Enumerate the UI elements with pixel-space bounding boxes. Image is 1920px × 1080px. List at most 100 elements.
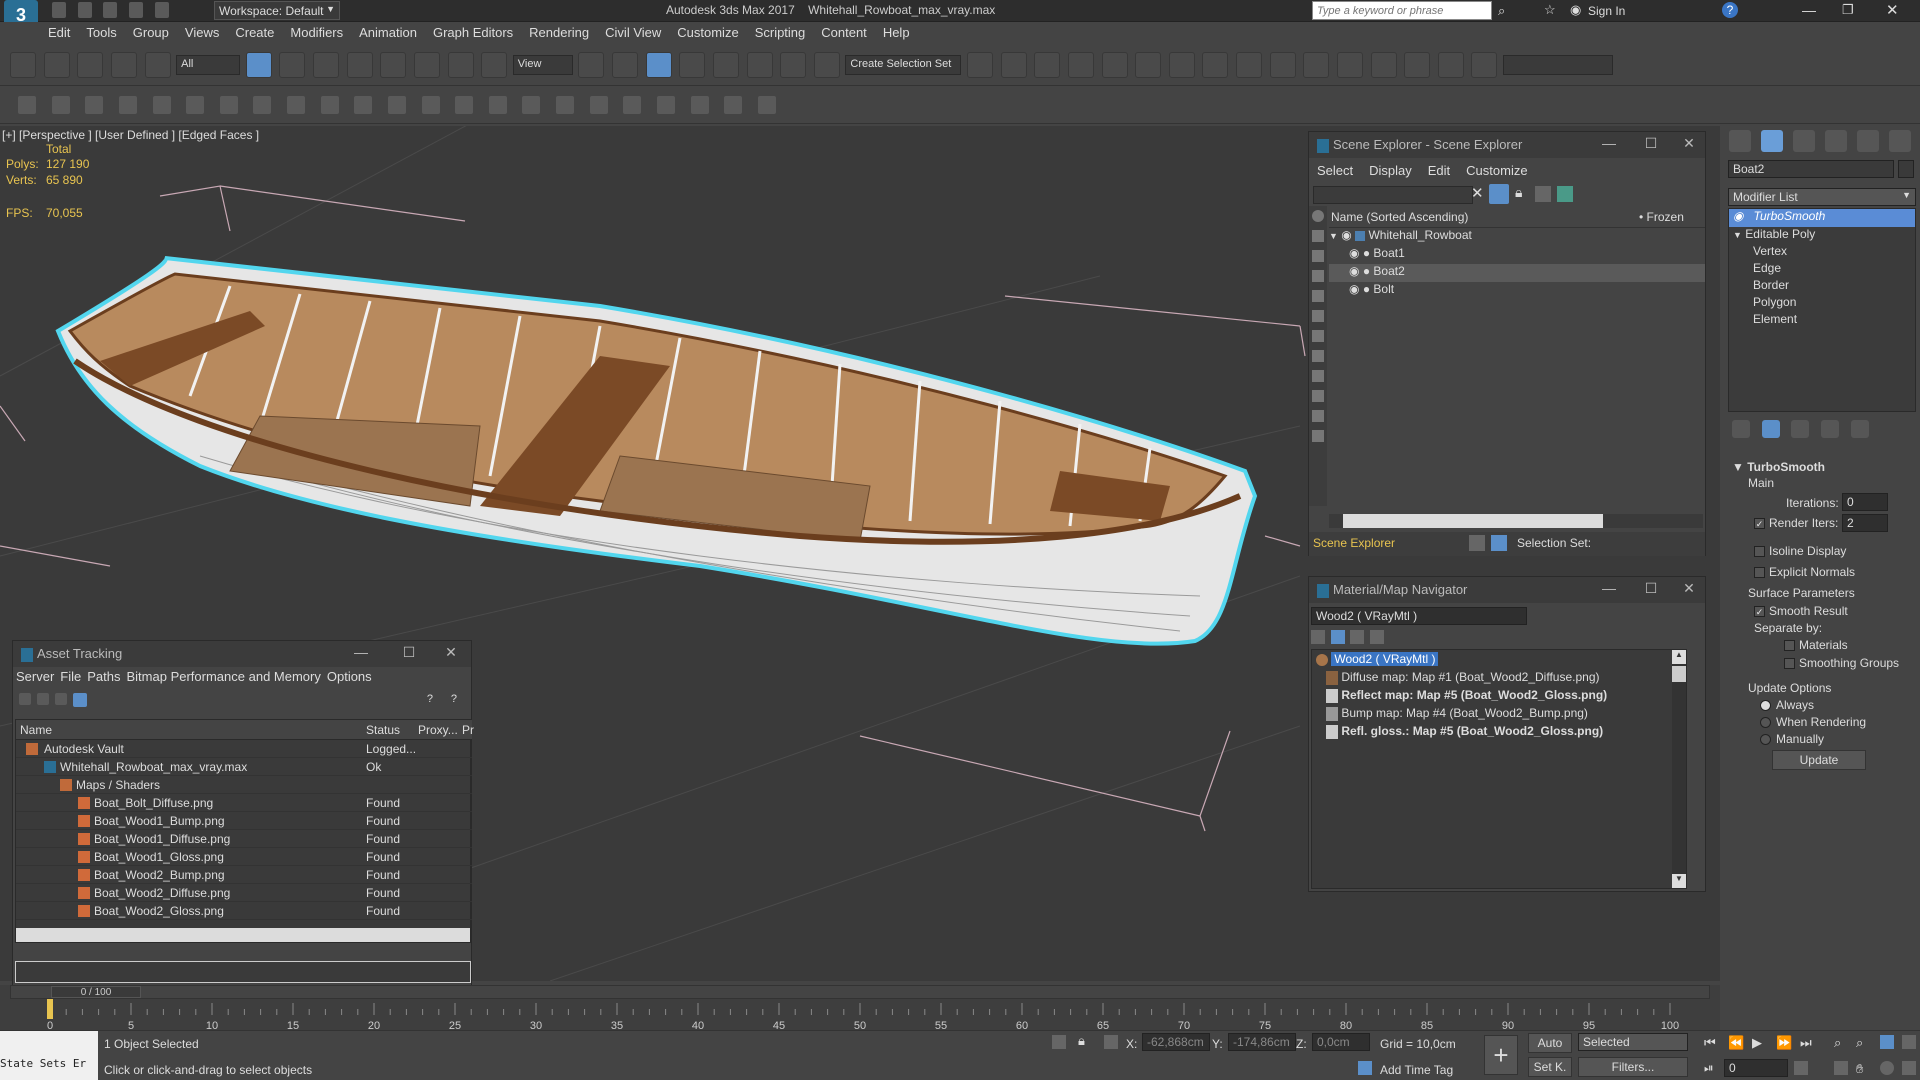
link-icon[interactable] bbox=[77, 52, 104, 78]
menu-edit[interactable]: Edit bbox=[1420, 160, 1458, 181]
text-a-icon[interactable] bbox=[1404, 52, 1431, 78]
menu-civil-view[interactable]: Civil View bbox=[597, 22, 669, 43]
smoothing-groups-checkbox[interactable] bbox=[1784, 658, 1795, 670]
menu-create[interactable]: Create bbox=[227, 22, 282, 43]
menu-paths[interactable]: Paths bbox=[84, 667, 123, 686]
stack-item-polygon[interactable]: Polygon bbox=[1753, 295, 1796, 313]
view-list-thumbnails-icon[interactable] bbox=[1330, 630, 1345, 644]
object-name-field[interactable]: Boat2 bbox=[1728, 160, 1894, 178]
column-name-header[interactable]: Name (Sorted Ascending) bbox=[1329, 210, 1468, 224]
scene-explorer-toggle-icon[interactable] bbox=[1034, 52, 1061, 78]
selection-lock-icon[interactable]: 🔒︎ bbox=[1078, 1033, 1085, 1049]
minimize-icon[interactable]: — bbox=[1599, 580, 1619, 600]
column-proxy-header[interactable]: Proxy... bbox=[418, 723, 458, 737]
system-icon[interactable] bbox=[455, 96, 474, 114]
render-icon[interactable] bbox=[690, 96, 709, 114]
scale-icon[interactable] bbox=[447, 52, 474, 78]
visibility-eye-icon[interactable]: ◉ bbox=[1341, 228, 1351, 242]
window-crossing-icon[interactable] bbox=[346, 52, 373, 78]
hair-icon[interactable] bbox=[589, 96, 608, 114]
expand-arrow-icon[interactable]: ▼ bbox=[1329, 231, 1338, 241]
create-tab-icon[interactable] bbox=[1729, 130, 1751, 152]
angle-snap-icon[interactable] bbox=[712, 52, 739, 78]
layer-icon[interactable] bbox=[51, 96, 70, 114]
render-grid-icon[interactable] bbox=[1370, 52, 1397, 78]
maximize-icon[interactable]: ☐ bbox=[399, 644, 419, 664]
sign-in-link[interactable]: Sign In bbox=[1588, 4, 1625, 18]
particle-icon[interactable] bbox=[488, 96, 507, 114]
rotate-icon[interactable] bbox=[413, 52, 440, 78]
scene-explorer-footer-dropdown[interactable]: Scene Explorer bbox=[1313, 536, 1395, 550]
table-row[interactable]: Boat_Wood2_Gloss.png Found bbox=[16, 902, 472, 920]
render-setup-icon[interactable] bbox=[1236, 52, 1262, 78]
help-icon[interactable]: ? bbox=[1722, 2, 1738, 18]
render-iters-spinner[interactable]: 2 bbox=[1842, 514, 1888, 532]
percent-snap-icon[interactable] bbox=[746, 52, 773, 78]
view-list-icon[interactable] bbox=[1311, 630, 1325, 644]
filter-bones-icon[interactable] bbox=[1312, 370, 1324, 382]
rendered-frame-window-icon[interactable] bbox=[1269, 52, 1296, 78]
close-icon[interactable]: ✕ bbox=[1679, 580, 1699, 600]
column-pr-header[interactable]: Pr bbox=[462, 723, 474, 737]
zoom-icon[interactable]: ⌕ bbox=[1834, 1035, 1841, 1051]
material-editor-icon[interactable] bbox=[1202, 52, 1229, 78]
go-to-start-icon[interactable]: ⏮ bbox=[1704, 1035, 1716, 1051]
timeline[interactable]: 0 / 100 0 5 10 15 20 25 30 35 40 45 50 55 60 65 70 75 80… bbox=[0, 985, 1720, 1035]
keyboard-shortcut-toggle-icon[interactable] bbox=[645, 52, 672, 78]
view-icon[interactable] bbox=[19, 693, 31, 705]
material-name-field[interactable]: Wood2 ( VRayMtl ) bbox=[1311, 607, 1527, 625]
brush-icon[interactable] bbox=[18, 96, 36, 114]
bind-space-warp-icon[interactable] bbox=[144, 52, 171, 78]
stack-item-editable-poly[interactable]: ▼ Editable Poly bbox=[1733, 227, 1815, 245]
zoom-extents-icon[interactable] bbox=[1880, 1035, 1894, 1049]
pivot-center-icon[interactable] bbox=[578, 52, 605, 78]
menu-server[interactable]: Server bbox=[13, 667, 57, 686]
shape-icon[interactable] bbox=[354, 96, 373, 114]
display-tab-icon[interactable] bbox=[1857, 130, 1879, 152]
render-iterative-icon[interactable] bbox=[1336, 52, 1363, 78]
undo-icon[interactable] bbox=[10, 52, 36, 78]
time-tag-icon[interactable] bbox=[1358, 1061, 1372, 1075]
motion-tab-icon[interactable] bbox=[1825, 130, 1847, 152]
snaps-toggle-icon[interactable] bbox=[679, 52, 706, 78]
menu-help[interactable]: Help bbox=[875, 22, 918, 43]
menu-rendering[interactable]: Rendering bbox=[521, 22, 597, 43]
selection-filter-dropdown[interactable]: All bbox=[176, 55, 241, 75]
absolute-mode-icon[interactable] bbox=[1104, 1035, 1118, 1049]
visibility-eye-icon[interactable]: ◉ bbox=[1349, 282, 1359, 296]
smooth-result-checkbox[interactable]: ✓ bbox=[1754, 606, 1765, 618]
scene-icon[interactable] bbox=[1491, 535, 1507, 551]
camera-icon[interactable] bbox=[253, 96, 272, 114]
x-coordinate[interactable]: -62,868cm bbox=[1142, 1033, 1210, 1051]
pan-icon[interactable]: ✋︎ bbox=[1856, 1061, 1863, 1077]
tree-item-whitehall-rowboat[interactable]: ▼ ◉ Whitehall_Rowboat bbox=[1329, 228, 1705, 246]
dynamics-icon[interactable] bbox=[522, 96, 541, 114]
layer-add-icon[interactable] bbox=[85, 96, 104, 114]
layer-select-icon[interactable] bbox=[118, 96, 137, 114]
cloth-icon[interactable] bbox=[556, 96, 574, 114]
tree-item-boat1[interactable]: ◉ ● Boat1 bbox=[1329, 246, 1705, 264]
place-icon[interactable] bbox=[481, 52, 508, 78]
filter-lights-icon[interactable] bbox=[1312, 250, 1324, 262]
manually-radio[interactable] bbox=[1760, 734, 1771, 746]
move-icon[interactable] bbox=[380, 52, 407, 78]
menu-modifiers[interactable]: Modifiers bbox=[282, 22, 351, 43]
filter-frozen-icon[interactable] bbox=[1312, 410, 1324, 422]
filter-cameras-icon[interactable] bbox=[1312, 270, 1324, 282]
table-row[interactable]: Boat_Wood1_Gloss.png Found bbox=[16, 848, 472, 866]
menu-views[interactable]: Views bbox=[177, 22, 227, 43]
menu-file[interactable]: File bbox=[57, 667, 84, 686]
filter-shapes-icon[interactable] bbox=[1312, 230, 1324, 242]
workspace-dropdown[interactable]: Workspace: Default ▼ bbox=[214, 1, 340, 20]
table-row[interactable]: Boat_Wood2_Bump.png Found bbox=[16, 866, 472, 884]
tree-item-bolt[interactable]: ◉ ● Bolt bbox=[1329, 282, 1705, 300]
stack-item-vertex[interactable]: Vertex bbox=[1753, 244, 1787, 262]
close-icon[interactable]: ✕ bbox=[1679, 135, 1699, 155]
table-row[interactable]: Boat_Wood2_Diffuse.png Found bbox=[16, 884, 472, 902]
go-to-end-icon[interactable]: ⏭ bbox=[1800, 1035, 1812, 1051]
turbosmooth-rollout-header[interactable]: ▼ TurboSmooth bbox=[1732, 460, 1825, 474]
edit-named-selection-icon[interactable] bbox=[813, 52, 840, 78]
undo-icon[interactable] bbox=[128, 2, 143, 18]
maximize-toggle-icon[interactable] bbox=[1902, 1061, 1916, 1075]
explicit-normals-checkbox[interactable] bbox=[1754, 567, 1765, 579]
